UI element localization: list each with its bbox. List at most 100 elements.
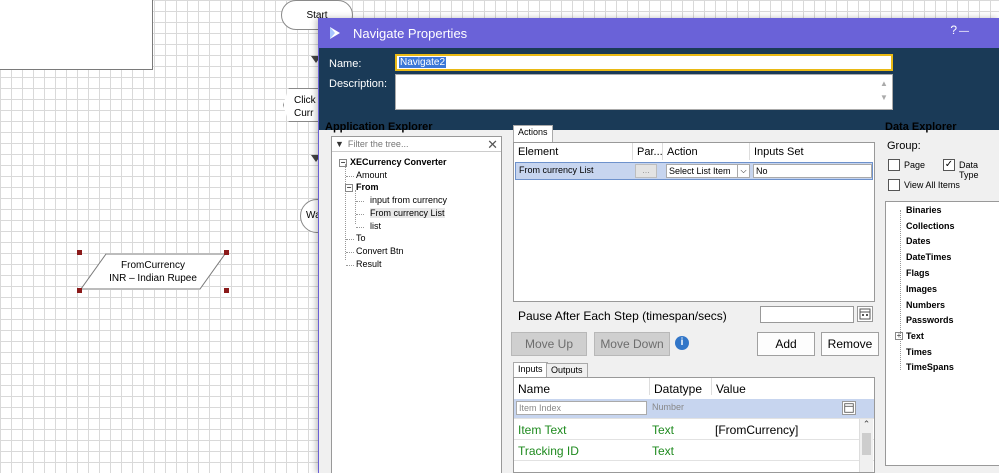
data-type-item[interactable]: Dates [906, 236, 931, 246]
tree-node-label: Result [356, 259, 382, 269]
tab-inputs[interactable]: Inputs [513, 362, 548, 378]
tree-node-amount[interactable]: Amount [356, 170, 387, 180]
info-icon[interactable]: i [675, 336, 689, 350]
tree-node-input-from-currency[interactable]: input from currency [370, 195, 447, 205]
tree-node-label: To [356, 233, 366, 243]
tree-node-label: From currency List [370, 208, 445, 218]
collapse-icon[interactable]: − [339, 158, 347, 167]
resize-handle[interactable] [77, 250, 82, 255]
calendar-icon[interactable] [842, 401, 856, 415]
page-checkbox-label: Page [904, 160, 926, 170]
data-type-item[interactable]: Text [906, 331, 924, 341]
description-label: Description: [329, 78, 388, 90]
add-button[interactable]: Add [757, 332, 815, 356]
calendar-icon[interactable] [857, 306, 873, 322]
column-header-params[interactable]: Par... [633, 143, 663, 160]
tree-node-from-currency-list[interactable]: From currency List [370, 208, 445, 218]
input-value[interactable]: [FromCurrency] [715, 423, 798, 437]
pause-input[interactable] [760, 306, 854, 323]
data-type-item[interactable]: TimeSpans [906, 362, 954, 372]
tree-node-label: XECurrency Converter [350, 157, 447, 167]
tree-node-list[interactable]: list [370, 221, 381, 231]
pause-label: Pause After Each Step (timespan/secs) [518, 309, 727, 323]
tab-label: Inputs [518, 364, 543, 374]
data-item-value: INR – Indian Rupee [109, 273, 197, 284]
data-type-item[interactable]: Images [906, 284, 937, 294]
action-select[interactable]: Select List Item ⌵ [666, 164, 750, 178]
move-up-button[interactable]: Move Up [511, 332, 587, 356]
description-scrollbar[interactable]: ▲ ▼ [878, 77, 890, 107]
dialog-title: Navigate Properties [353, 25, 468, 41]
resize-handle[interactable] [224, 250, 229, 255]
click-stage-label: Click Curr [294, 95, 316, 119]
tree-node-from[interactable]: − From [345, 182, 379, 192]
tree-node-label: From [356, 182, 379, 192]
tree-node-label: Convert Btn [356, 246, 404, 256]
data-type-checkbox-label: Data Type [959, 160, 979, 180]
move-down-button[interactable]: Move Down [594, 332, 670, 356]
data-explorer-tree: Binaries Collections Dates DateTimes Fla… [885, 201, 999, 466]
help-button[interactable]: ? [950, 23, 957, 37]
tab-label: Outputs [551, 365, 583, 375]
data-type-item[interactable]: Collections [906, 221, 955, 231]
resize-handle[interactable] [77, 288, 82, 293]
data-item-name: FromCurrency [121, 260, 185, 271]
expand-icon[interactable]: + [895, 332, 903, 340]
navigate-properties-dialog: Navigate Properties ? — Name: Navigate2 … [318, 18, 999, 473]
tab-label: Actions [518, 127, 548, 137]
description-input[interactable]: ▲ ▼ [395, 74, 893, 110]
remove-button[interactable]: Remove [821, 332, 879, 356]
tree-node-result[interactable]: Result [356, 259, 382, 269]
data-item-stage[interactable]: FromCurrency INR – Indian Rupee [77, 250, 229, 293]
column-header-inputs-set[interactable]: Inputs Set [750, 143, 874, 160]
input-row[interactable]: Item Text Text [FromCurrency] [514, 420, 874, 440]
tab-actions[interactable]: Actions [513, 125, 553, 142]
tree-node-label: list [370, 221, 381, 231]
name-input[interactable]: Navigate2 [395, 54, 893, 71]
name-value: Navigate2 [399, 57, 447, 68]
collapse-icon[interactable]: − [345, 183, 353, 192]
application-explorer-tree: ▼ Filter the tree... ✕ − XECurrency Conve… [331, 136, 502, 473]
dialog-titlebar[interactable]: Navigate Properties ? — [319, 18, 999, 48]
column-header-element[interactable]: Element [514, 143, 633, 160]
input-datatype: Text [652, 444, 675, 458]
tab-outputs[interactable]: Outputs [546, 363, 588, 377]
tree-filter-input[interactable]: ▼ Filter the tree... ✕ [332, 137, 501, 152]
tree-node-to[interactable]: To [356, 233, 366, 243]
inputs-scrollbar[interactable]: ⌃ [859, 419, 873, 472]
application-explorer-title: Application Explorer [325, 121, 433, 133]
actions-grid: Element Par... Action Inputs Set From cu… [513, 142, 875, 302]
view-all-checkbox-label: View All Items [904, 180, 960, 190]
page-checkbox[interactable] [888, 159, 900, 171]
minimize-button[interactable]: — [959, 26, 969, 37]
data-type-item[interactable]: Numbers [906, 300, 945, 310]
tree-node-convert-btn[interactable]: Convert Btn [356, 246, 404, 256]
inputs-set-value: No [756, 166, 768, 176]
params-button[interactable]: ... [635, 164, 657, 178]
data-type-item[interactable]: Flags [906, 268, 930, 278]
chevron-down-icon[interactable]: ⌵ [737, 165, 749, 177]
data-type-item[interactable]: Passwords [906, 315, 954, 325]
view-all-checkbox[interactable] [888, 179, 900, 191]
input-datatype: Number [652, 402, 685, 412]
column-header-name[interactable]: Name [514, 378, 650, 396]
input-row[interactable]: Tracking ID Text [514, 441, 874, 461]
tree-node-label: input from currency [370, 195, 448, 205]
group-label: Group: [887, 140, 921, 152]
action-row[interactable]: From currency List ... Select List Item … [515, 162, 873, 180]
column-header-action[interactable]: Action [663, 143, 750, 160]
resize-handle[interactable] [224, 288, 229, 293]
inputs-grid: Name Datatype Value Item Index Number It… [513, 377, 875, 473]
tree-node-root[interactable]: − XECurrency Converter [339, 157, 447, 167]
data-type-item[interactable]: DateTimes [906, 252, 951, 262]
name-label: Name: [329, 58, 362, 70]
data-explorer-title: Data Explorer [885, 121, 957, 133]
data-type-item[interactable]: Binaries [906, 205, 942, 215]
input-row[interactable]: Item Index Number [514, 399, 874, 419]
column-header-datatype[interactable]: Datatype [650, 378, 712, 396]
data-type-item[interactable]: Times [906, 347, 932, 357]
tree-node-label: Amount [356, 170, 388, 180]
column-header-value[interactable]: Value [712, 378, 862, 396]
clear-filter-icon[interactable]: ✕ [487, 137, 498, 153]
data-type-checkbox[interactable]: ✓ [943, 159, 955, 171]
